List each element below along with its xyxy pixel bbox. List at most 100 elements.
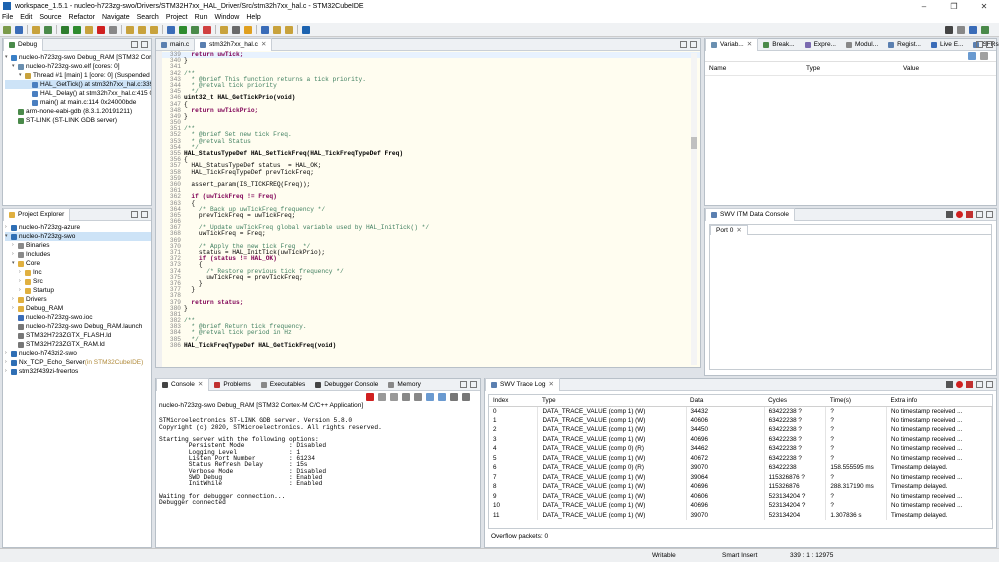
- column-time-s[interactable]: Time(s): [825, 395, 887, 407]
- forward-icon[interactable]: [285, 25, 293, 34]
- tab-memory[interactable]: Memory: [383, 379, 425, 391]
- maximize-icon[interactable]: ❐: [939, 2, 969, 11]
- remove-icon[interactable]: [966, 211, 973, 218]
- editor-scrollbar[interactable]: [691, 53, 697, 365]
- close-tab-icon[interactable]: ✕: [198, 379, 203, 391]
- collapse-all-icon[interactable]: [968, 52, 976, 60]
- table-row[interactable]: 4 DATA_TRACE_VALUE (comp 0) (R) 34462 63422…: [489, 444, 992, 454]
- step-into-icon[interactable]: [126, 25, 134, 34]
- back-icon[interactable]: [273, 25, 281, 34]
- pin-console-icon[interactable]: [438, 392, 446, 401]
- tree-item[interactable]: HAL_GetTick() at stm32h7xx_hal.c:339: [5, 80, 151, 89]
- tab-main-c[interactable]: main.c: [156, 39, 194, 51]
- close-icon[interactable]: ✕: [969, 2, 999, 11]
- tree-item[interactable]: ▾ Core: [5, 259, 151, 268]
- perspective-icon[interactable]: [957, 25, 965, 34]
- table-row[interactable]: 2 DATA_TRACE_VALUE (comp 1) (W) 34450 63422…: [489, 425, 992, 435]
- tab-problems[interactable]: Problems: [209, 379, 255, 391]
- column-extra-info[interactable]: Extra info: [886, 395, 992, 407]
- minimize-view-icon[interactable]: [131, 211, 138, 218]
- tree-item[interactable]: › Startup: [5, 286, 151, 295]
- remove-all-icon[interactable]: [390, 392, 398, 401]
- menu-source[interactable]: Source: [39, 14, 61, 21]
- code-line[interactable]: 386 HAL_TickFreqTypeDef HAL_GetTickFreq(v…: [162, 342, 700, 349]
- tree-item[interactable]: ▾nucleo-h723zg-swo Debug_RAM [STM32 Cort…: [5, 53, 151, 62]
- maximize-view-icon[interactable]: [986, 211, 993, 218]
- column-name[interactable]: Name: [705, 65, 802, 72]
- search-icon[interactable]: [945, 25, 953, 34]
- tab-break[interactable]: Break...: [758, 39, 799, 51]
- minimize-view-icon[interactable]: [976, 41, 983, 48]
- terminate-icon[interactable]: [97, 25, 105, 34]
- tree-item[interactable]: ▾ nucleo-h723zg-swo: [5, 232, 151, 241]
- tab-project-explorer[interactable]: Project Explorer: [3, 208, 71, 221]
- tab-variab[interactable]: Variab... ✕: [705, 38, 759, 51]
- maximize-view-icon[interactable]: [141, 211, 148, 218]
- tab-swv-itm-console[interactable]: SWV ITM Data Console: [705, 208, 795, 221]
- table-row[interactable]: 8 DATA_TRACE_VALUE (comp 1) (W) 40696 11532…: [489, 482, 992, 492]
- step-return-icon[interactable]: [150, 25, 158, 34]
- minimize-view-icon[interactable]: [976, 211, 983, 218]
- configure-trace-icon[interactable]: [946, 381, 953, 388]
- annotation-icon[interactable]: [261, 25, 269, 34]
- external-tools-icon[interactable]: [203, 25, 211, 34]
- close-tab-icon[interactable]: ✕: [747, 39, 752, 51]
- toggle-mark-icon[interactable]: [244, 25, 252, 34]
- scroll-lock-icon[interactable]: [414, 392, 422, 401]
- menu-project[interactable]: Project: [166, 14, 188, 21]
- skip-breakpoints-icon[interactable]: [61, 25, 69, 34]
- tab-expre[interactable]: Expre...: [800, 39, 841, 51]
- close-tab-icon[interactable]: ✕: [261, 39, 266, 51]
- menu-refactor[interactable]: Refactor: [69, 14, 95, 21]
- display-console-icon[interactable]: [450, 392, 458, 401]
- suspend-icon[interactable]: [85, 25, 93, 34]
- minimize-icon[interactable]: –: [909, 2, 939, 11]
- tree-item[interactable]: nucleo-h723zg-swo.ioc: [5, 313, 151, 322]
- tree-item[interactable]: ST-LINK (ST-LINK GDB server): [5, 116, 151, 125]
- column-value[interactable]: Value: [899, 65, 996, 72]
- column-data[interactable]: Data: [686, 395, 765, 407]
- terminate-icon[interactable]: [366, 392, 374, 401]
- menu-help[interactable]: Help: [246, 14, 260, 21]
- tree-item[interactable]: STM32H723ZGTX_RAM.ld: [5, 340, 151, 349]
- menu-run[interactable]: Run: [195, 14, 208, 21]
- tab-modul[interactable]: Modul...: [841, 39, 883, 51]
- maximize-view-icon[interactable]: [141, 41, 148, 48]
- tab-regist[interactable]: Regist...: [883, 39, 926, 51]
- cube-icon[interactable]: [969, 25, 977, 34]
- menu-navigate[interactable]: Navigate: [102, 14, 130, 21]
- tree-item[interactable]: › Includes: [5, 250, 151, 259]
- debug-perspective-icon[interactable]: [981, 25, 989, 34]
- view-menu-icon[interactable]: [980, 52, 988, 60]
- tree-item[interactable]: › Inc: [5, 268, 151, 277]
- menu-search[interactable]: Search: [137, 14, 159, 21]
- column-type[interactable]: Type: [802, 65, 899, 72]
- remove-icon[interactable]: [966, 381, 973, 388]
- table-row[interactable]: 7 DATA_TRACE_VALUE (comp 1) (W) 39064 11532…: [489, 472, 992, 482]
- tree-item[interactable]: › nucleo-h723zg-azure: [5, 223, 151, 232]
- column-cycles[interactable]: Cycles: [764, 395, 826, 407]
- minimize-view-icon[interactable]: [976, 381, 983, 388]
- tree-item[interactable]: › Nx_TCP_Echo_Server (in STM32CubeIDE): [5, 358, 151, 367]
- table-row[interactable]: 9 DATA_TRACE_VALUE (comp 1) (W) 40606 52313…: [489, 491, 992, 501]
- tree-item[interactable]: STM32H723ZGTX_FLASH.ld: [5, 331, 151, 340]
- tree-item[interactable]: ▾ nucleo-h723zg-swo.elf [cores: 0]: [5, 62, 151, 71]
- column-type[interactable]: Type: [537, 395, 687, 407]
- tree-item[interactable]: HAL_Delay() at stm32h7xx_hal.c:415 0x: [5, 89, 151, 98]
- tree-item[interactable]: nucleo-h723zg-swo Debug_RAM.launch: [5, 322, 151, 331]
- scrollbar-thumb[interactable]: [691, 137, 697, 149]
- save-icon[interactable]: [15, 25, 23, 34]
- table-row[interactable]: 3 DATA_TRACE_VALUE (comp 1) (W) 40696 63422…: [489, 434, 992, 444]
- tab-debugger-console[interactable]: Debugger Console: [310, 379, 383, 391]
- table-row[interactable]: 6 DATA_TRACE_VALUE (comp 0) (R) 39070 63422…: [489, 463, 992, 473]
- tree-item[interactable]: › Debug_RAM: [5, 304, 151, 313]
- open-console-icon[interactable]: [462, 392, 470, 401]
- resume-icon[interactable]: [73, 25, 81, 34]
- table-row[interactable]: 10 DATA_TRACE_VALUE (comp 1) (W) 40696 5231…: [489, 501, 992, 511]
- tree-item[interactable]: ▾ Thread #1 [main] 1 [core: 0] (Suspended…: [5, 71, 151, 80]
- run-icon[interactable]: [179, 25, 187, 34]
- tab-port-0[interactable]: Port 0 ✕: [710, 225, 748, 235]
- close-tab-icon[interactable]: ✕: [736, 225, 741, 237]
- tree-item[interactable]: › stm32f439zi-freertos: [5, 367, 151, 376]
- maximize-view-icon[interactable]: [986, 381, 993, 388]
